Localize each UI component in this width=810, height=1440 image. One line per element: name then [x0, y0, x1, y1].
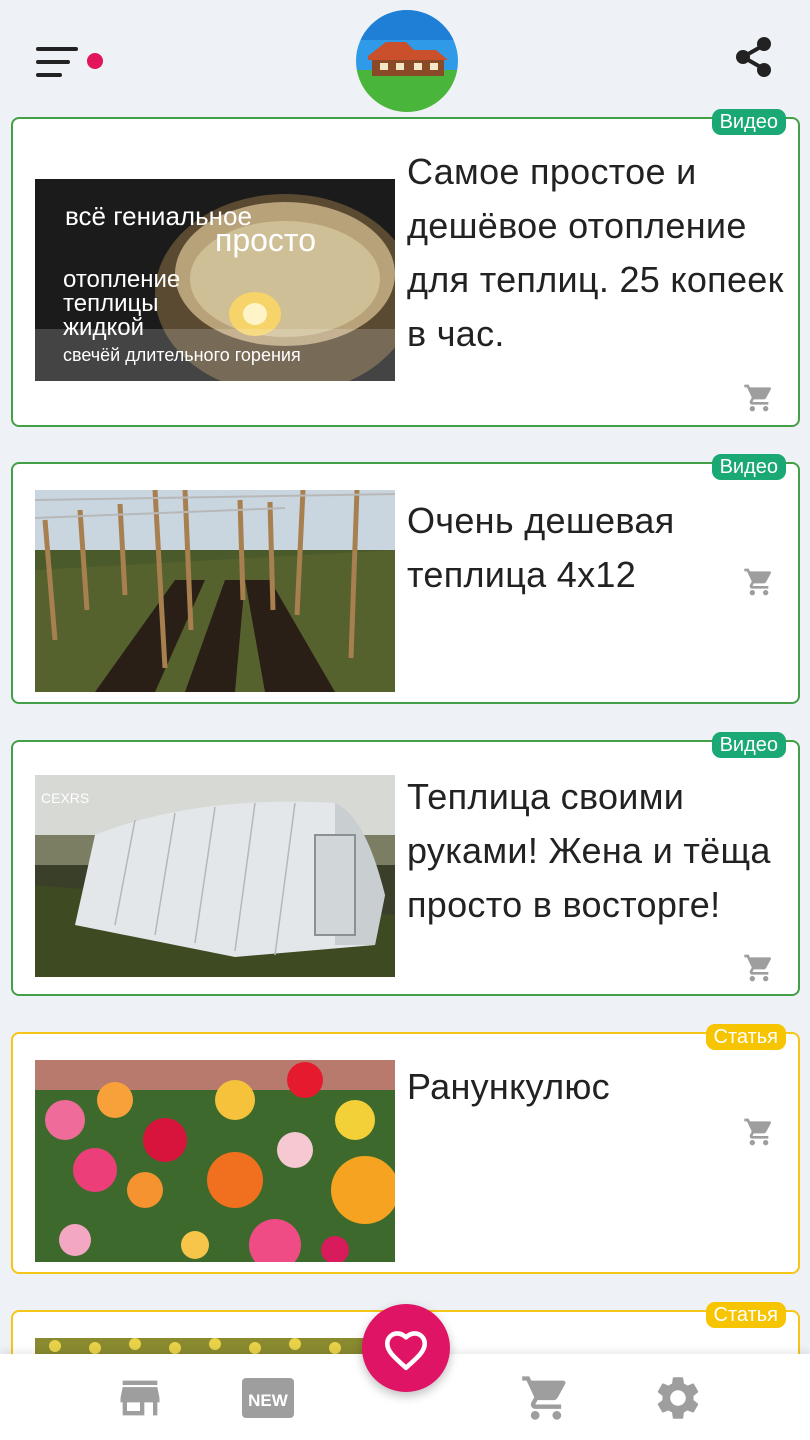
content-type-badge: Видео — [711, 732, 786, 758]
thumb-caption: просто — [215, 222, 316, 258]
notification-dot — [87, 53, 103, 69]
hamburger-menu-icon — [36, 47, 78, 51]
cart-icon — [744, 384, 772, 412]
content-type-badge: Статья — [705, 1024, 786, 1050]
nav-cart[interactable] — [520, 1372, 572, 1424]
feed-card[interactable]: Видео Очень дешевая теплица 4х12 — [11, 454, 800, 704]
menu-button[interactable] — [36, 44, 82, 84]
video-thumbnail[interactable] — [35, 490, 395, 692]
nav-store[interactable] — [114, 1372, 166, 1424]
cart-icon — [744, 1118, 772, 1146]
heart-icon — [384, 1331, 428, 1371]
thumb-caption: свечёй длительного горения — [63, 345, 301, 365]
add-to-cart-button[interactable] — [743, 566, 775, 598]
new-icon: NEW — [242, 1378, 294, 1418]
new-label: NEW — [248, 1391, 289, 1410]
article-thumbnail[interactable] — [35, 1060, 395, 1262]
nav-settings[interactable] — [652, 1372, 704, 1424]
app-header — [0, 0, 810, 115]
favorites-fab-button[interactable] — [362, 1304, 450, 1392]
add-to-cart-button[interactable] — [743, 1116, 775, 1148]
card-title[interactable]: Самое простое и дешёвое отопление для те… — [407, 145, 787, 361]
menu-line — [36, 60, 70, 64]
thumb-watermark: CEXRS — [41, 790, 89, 806]
content-type-badge: Видео — [711, 109, 786, 135]
store-icon — [120, 1380, 160, 1416]
cart-icon — [744, 954, 772, 982]
card-title[interactable]: Теплица своими руками! Жена и тёща прост… — [407, 770, 787, 932]
thumb-caption: отопление — [63, 266, 180, 293]
add-to-cart-button[interactable] — [743, 952, 775, 984]
thumb-caption: жидкой — [63, 314, 144, 341]
share-icon — [736, 37, 771, 77]
cart-icon — [744, 568, 772, 596]
content-type-badge: Видео — [711, 454, 786, 480]
add-to-cart-button[interactable] — [743, 382, 775, 414]
content-type-badge: Статья — [705, 1302, 786, 1328]
settings-icon — [657, 1377, 699, 1419]
menu-line — [36, 73, 62, 77]
nav-new[interactable]: NEW — [242, 1376, 294, 1420]
feed-card[interactable]: Статья Ранункулюс — [11, 1024, 800, 1274]
card-title[interactable]: Ранункулюс — [407, 1060, 787, 1114]
house-logo-avatar[interactable] — [356, 10, 458, 112]
feed-card[interactable]: Видео всё гениальное просто отопление те… — [11, 109, 800, 427]
cart-icon — [522, 1376, 566, 1420]
card-title[interactable]: Очень дешевая теплица 4х12 — [407, 494, 787, 602]
video-thumbnail[interactable]: CEXRS — [35, 775, 395, 977]
share-button[interactable] — [734, 36, 774, 78]
video-thumbnail[interactable]: всё гениальное просто отопление теплицы … — [35, 179, 395, 381]
feed-card[interactable]: Видео CEXRS Теплица своими руками! Жена … — [11, 732, 800, 996]
thumb-caption: теплицы — [63, 290, 158, 317]
